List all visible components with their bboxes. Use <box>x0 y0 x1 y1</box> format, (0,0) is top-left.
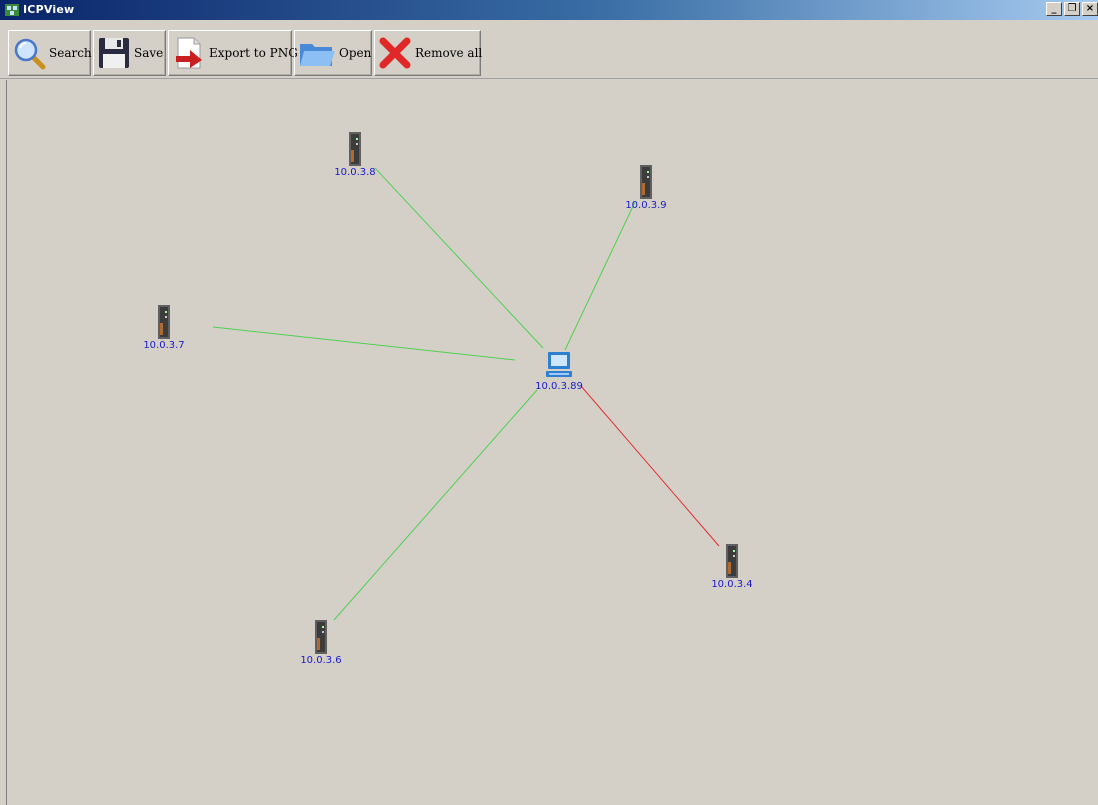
search-label: Search <box>49 46 92 60</box>
device-icon <box>158 305 170 339</box>
device-ip-label: 10.0.3.4 <box>711 579 753 590</box>
minimize-button[interactable]: _ <box>1046 2 1062 16</box>
remove-all-button[interactable]: Remove all <box>374 30 483 76</box>
device-ip-label: 10.0.3.8 <box>334 167 376 178</box>
save-label: Save <box>134 46 164 60</box>
device-node[interactable]: 10.0.3.4 <box>692 544 772 590</box>
topology-canvas[interactable]: 10.0.3.89 10.0.3.8 10.0.3.9 10.0.3.7 10.… <box>6 80 1098 805</box>
export-png-button[interactable]: Export to PNG <box>168 30 298 76</box>
link-10-0-3-8 <box>374 167 544 349</box>
export-label: Export to PNG <box>209 46 298 60</box>
link-10-0-3-4 <box>580 385 720 547</box>
folder-icon <box>300 44 335 66</box>
device-icon <box>315 620 327 654</box>
device-node[interactable]: 10.0.3.7 <box>124 305 204 351</box>
device-ip-label: 10.0.3.9 <box>625 200 667 211</box>
device-icon <box>349 132 361 166</box>
window-title: ICPView <box>23 3 75 16</box>
search-button[interactable]: Search <box>8 30 92 76</box>
remove-all-label: Remove all <box>415 46 483 60</box>
link-10-0-3-9 <box>564 201 636 351</box>
title-bar: ICPView _ ❐ × <box>0 0 1098 20</box>
toolbar: Search Save Export to PNG Open Remove al… <box>0 20 1098 79</box>
device-ip-label: 10.0.3.7 <box>143 340 185 351</box>
link-10-0-3-6 <box>333 389 538 621</box>
computer-icon <box>546 352 572 377</box>
open-button[interactable]: Open <box>294 30 372 76</box>
save-button[interactable]: Save <box>93 30 166 76</box>
device-node[interactable]: 10.0.3.6 <box>281 620 361 666</box>
hub-ip-label: 10.0.3.89 <box>535 381 583 392</box>
open-label: Open <box>339 46 372 60</box>
device-icon <box>726 544 738 578</box>
device-node[interactable]: 10.0.3.9 <box>606 165 686 211</box>
link-10-0-3-7 <box>212 326 516 361</box>
device-node[interactable]: 10.0.3.8 <box>315 132 395 178</box>
device-ip-label: 10.0.3.6 <box>300 655 342 666</box>
restore-button[interactable]: ❐ <box>1064 2 1080 16</box>
close-button[interactable]: × <box>1082 2 1098 16</box>
app-icon <box>5 4 19 16</box>
magnifier-icon <box>14 38 46 70</box>
export-arrow-icon <box>176 37 202 69</box>
link-lines <box>212 167 720 621</box>
red-x-icon <box>379 37 411 69</box>
hub-node[interactable]: 10.0.3.89 <box>519 350 599 392</box>
floppy-disk-icon <box>99 38 129 68</box>
device-icon <box>640 165 652 199</box>
